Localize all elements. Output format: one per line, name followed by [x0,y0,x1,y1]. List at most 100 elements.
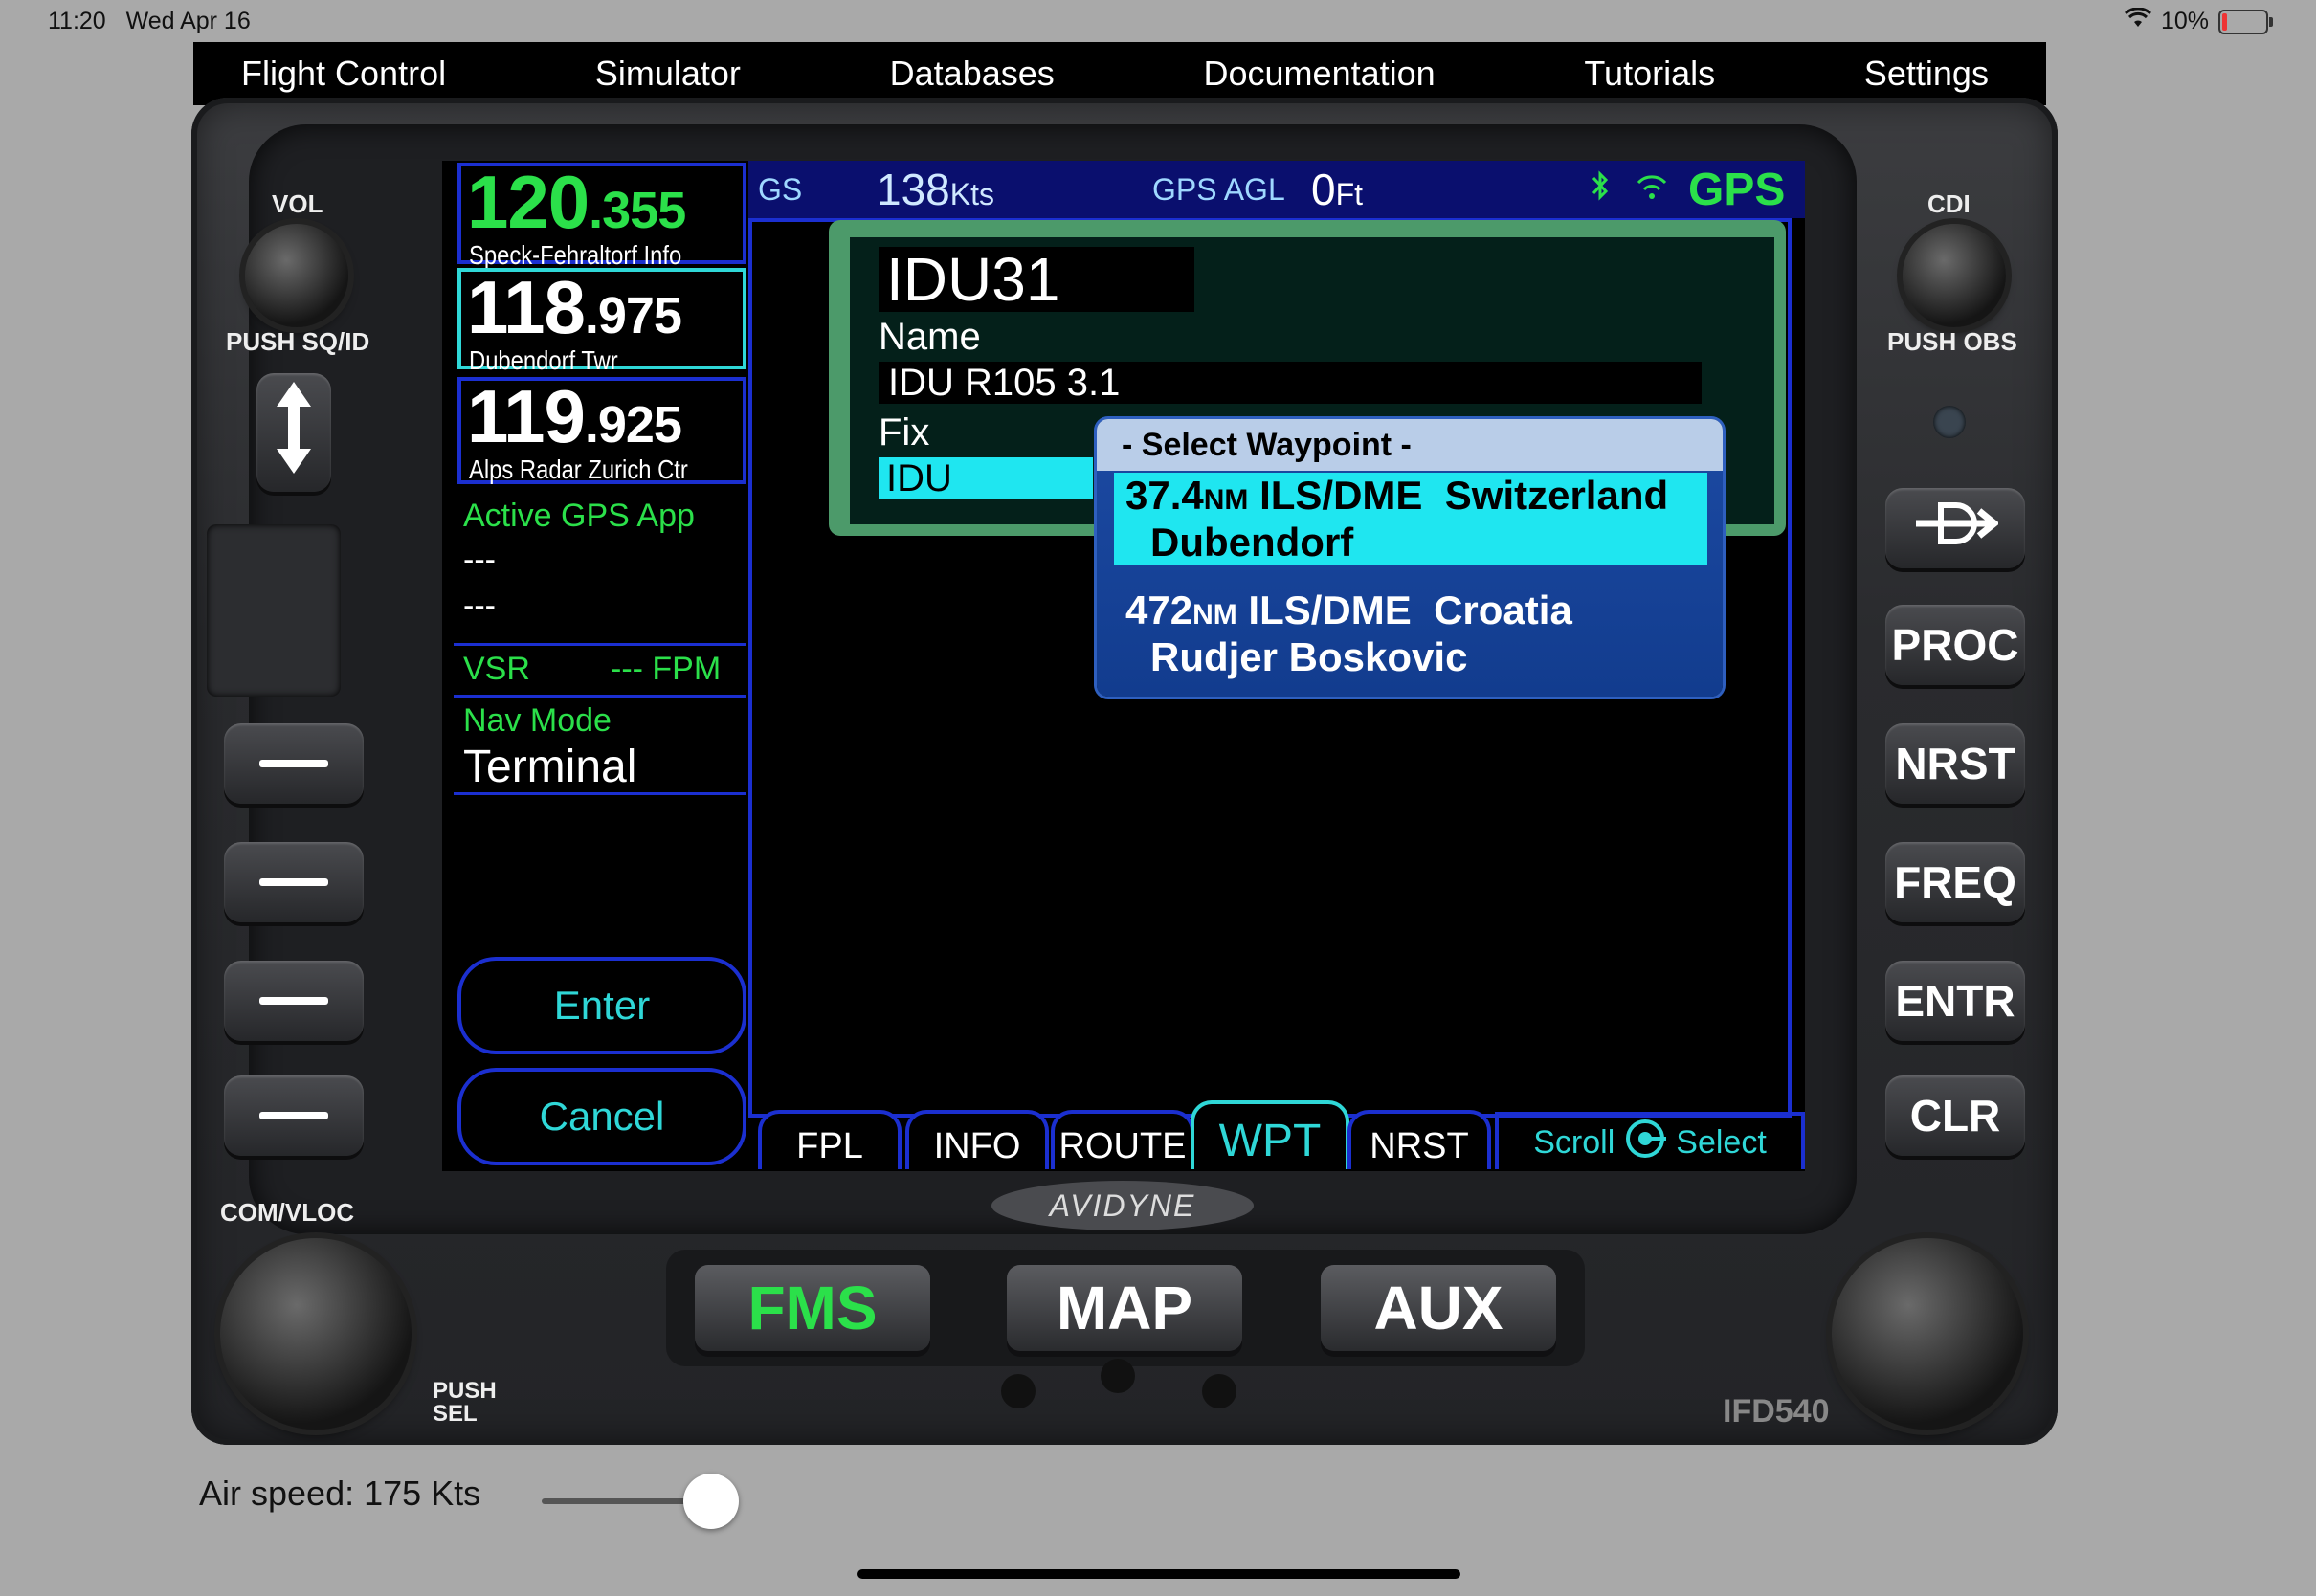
dash-icon [259,878,328,886]
airspeed-label: Air speed: 175 Kts [199,1474,481,1513]
agl-unit: Ft [1335,177,1364,211]
direct-to-button[interactable] [1885,488,2025,568]
fms-button[interactable]: FMS [695,1265,930,1351]
name-label: Name [879,316,981,358]
waypoint-dist: 472 [1125,587,1193,632]
vol-knob[interactable] [245,224,348,327]
menu-tutorials[interactable]: Tutorials [1584,54,1715,94]
waypoint-name: Rudjer Boskovic [1150,634,1468,679]
left-soft-key-2[interactable] [224,842,364,922]
status-clock: 11:20 Wed Apr 16 [48,8,251,35]
clr-button[interactable]: CLR [1885,1075,2025,1156]
screw-hole [1101,1359,1135,1393]
gs-unit: Kts [949,177,994,211]
frequency-third[interactable]: 119.925 Alps Radar Zurich Ctr [457,377,746,484]
battery-percent: 10% [2160,8,2209,34]
battery-icon [2218,9,2273,34]
entr-button[interactable]: ENTR [1885,961,2025,1041]
waypoint-option-1-line: 37.4NM ILS/DME Switzerland [1125,475,1707,521]
left-soft-key-3[interactable] [224,961,364,1041]
waypoint-country: Croatia [1434,587,1572,632]
freq-third-label: Alps Radar Zurich Ctr [469,454,688,484]
waypoint-option-1[interactable]: 37.4NM ILS/DME Switzerland Dubendorf [1114,473,1707,565]
waypoint-type: ILS/DME [1259,473,1423,518]
waypoint-option-2[interactable]: 472NM ILS/DME Croatia Rudjer Boskovic [1114,589,1707,681]
fms-knob[interactable] [1832,1238,2023,1430]
map-button[interactable]: MAP [1007,1265,1242,1351]
gps-app-line-1: --- [463,542,496,578]
scroll-label: Scroll [1533,1123,1615,1161]
airspeed-slider-thumb[interactable] [683,1474,739,1529]
card-slot [207,524,341,697]
agl-label: GPS AGL [1152,171,1285,207]
com-vloc-label: COM/VLOC [220,1198,355,1227]
fix-field[interactable]: IDU [879,457,1093,499]
nrst-button[interactable]: NRST [1885,723,2025,804]
waypoint-ident[interactable]: IDU31 [879,247,1194,312]
nav-mode-value: Terminal [463,742,637,792]
enter-soft-button[interactable]: Enter [457,957,746,1054]
model-label: IFD540 [1723,1393,1830,1430]
gs-value: 138 [877,165,950,214]
menu-settings[interactable]: Settings [1864,54,1989,94]
waypoint-unit: NM [1192,599,1237,631]
fix-label: Fix [879,411,930,454]
vol-label: VOL [272,189,323,218]
menu-documentation[interactable]: Documentation [1204,54,1436,94]
proc-button[interactable]: PROC [1885,605,2025,685]
tab-fpl[interactable]: FPL [758,1110,902,1169]
dash-icon [259,760,328,767]
cancel-soft-button[interactable]: Cancel [457,1068,746,1165]
waypoint-unit: NM [1203,484,1249,516]
freq-button[interactable]: FREQ [1885,842,2025,922]
left-soft-key-1[interactable] [224,723,364,804]
select-label: Select [1676,1123,1767,1161]
name-value: IDU R105 3.1 [879,362,1702,404]
home-indicator[interactable] [857,1569,1460,1579]
status-date: Wed Apr 16 [125,8,251,34]
light-sensor [1933,406,1966,438]
gps-app-line-2: --- [463,587,496,624]
cdi-label: CDI [1927,189,1971,218]
waypoint-option-2-line: 472NM ILS/DME Croatia [1125,589,1707,636]
frequency-active[interactable]: 120.355 Speck-Fehraltorf Info [457,160,746,270]
freq-third-value: 119.925 [467,374,682,458]
tab-wpt[interactable]: WPT [1191,1100,1349,1169]
divider [454,643,746,646]
waypoint-dist: 37.4 [1125,473,1204,518]
agl-value: 0 [1311,165,1336,214]
up-down-arrow-icon [275,380,313,486]
agl-readout: 0Ft [1311,164,1363,215]
freq-active-value: 120.355 [467,160,686,244]
frequency-standby[interactable]: 118.975 Dubendorf Twr [457,265,746,375]
waypoint-name: Dubendorf [1150,520,1354,565]
left-soft-key-4[interactable] [224,1075,364,1156]
menu-databases[interactable]: Databases [890,54,1055,94]
freq-standby-label: Dubendorf Twr [469,345,618,375]
tab-info[interactable]: INFO [905,1110,1049,1169]
brand-logo: AVIDYNE [991,1181,1254,1230]
freq-standby-value: 118.975 [467,265,682,349]
divider [454,695,746,698]
menu-simulator[interactable]: Simulator [595,54,741,94]
gs-label: GS [758,171,803,207]
cdi-knob[interactable] [1903,224,2006,327]
com-vloc-knob[interactable] [220,1238,412,1430]
vsr-label: VSR [463,651,530,687]
gps-status: GPS [1688,164,1786,215]
menu-flight-control[interactable]: Flight Control [241,54,446,94]
dash-icon [259,997,328,1005]
push-sqid-label: PUSH SQ/ID [226,327,370,356]
vsr-value: --- FPM [611,651,722,687]
bluetooth-icon [1591,168,1610,211]
active-gps-app-label: Active GPS App [463,498,695,534]
dash-icon [259,1112,328,1119]
waypoint-type: ILS/DME [1248,587,1412,632]
tab-nrst[interactable]: NRST [1347,1110,1491,1169]
swap-frequency-button[interactable] [256,373,331,492]
tab-route[interactable]: ROUTE [1051,1110,1194,1169]
aux-button[interactable]: AUX [1321,1265,1556,1351]
knob-push-icon [1624,1118,1667,1168]
nav-mode-label: Nav Mode [463,702,612,739]
top-menu: Flight Control Simulator Databases Docum… [193,42,2046,105]
